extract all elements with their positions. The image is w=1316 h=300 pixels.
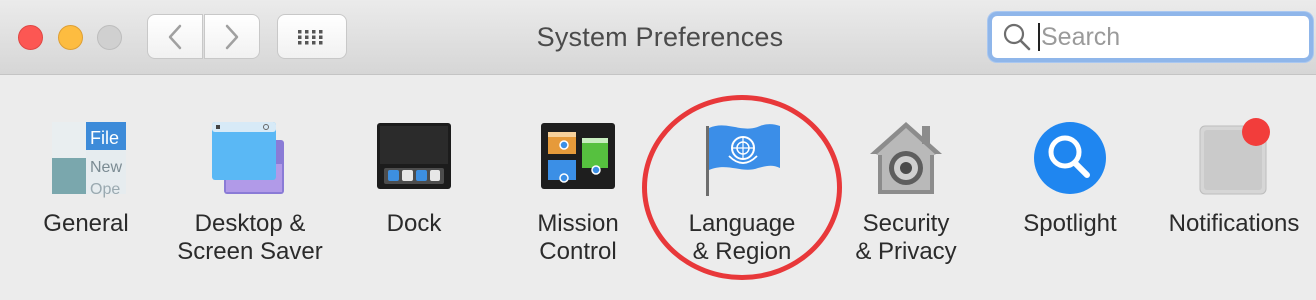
search-placeholder: Search — [1041, 22, 1121, 51]
pref-label: Spotlight — [1023, 210, 1117, 237]
chevron-left-icon — [168, 24, 182, 49]
chevron-right-icon — [225, 24, 239, 49]
pref-security-privacy[interactable]: Security & Privacy — [826, 118, 986, 266]
pref-label: Dock — [386, 210, 442, 237]
pref-spotlight[interactable]: Spotlight — [990, 118, 1150, 238]
close-window-button[interactable] — [18, 25, 43, 50]
pref-general[interactable]: File New Ope General — [6, 118, 166, 238]
window-title: System Preferences — [536, 22, 784, 52]
dock-icon — [374, 118, 454, 198]
back-button[interactable] — [147, 14, 203, 59]
mission-control-icon — [538, 118, 618, 198]
pref-label: Mission Control — [537, 210, 619, 265]
svg-text:File: File — [90, 128, 119, 148]
minimize-window-button[interactable] — [58, 25, 83, 50]
desktop-screen-saver-icon — [210, 118, 290, 198]
pref-notifications[interactable]: Notifications — [1154, 118, 1314, 238]
grid-icon — [298, 29, 323, 44]
pref-mission-control[interactable]: Mission Control — [498, 118, 658, 266]
zoom-window-button[interactable] — [97, 25, 122, 50]
search-icon — [1003, 23, 1031, 51]
house-lock-icon — [866, 118, 946, 198]
pref-desktop-screen-saver[interactable]: Desktop & Screen Saver — [170, 118, 330, 266]
search-field[interactable]: Search — [988, 12, 1313, 62]
annotation-circle — [642, 95, 842, 280]
svg-text:Ope: Ope — [90, 181, 120, 198]
text-cursor — [1038, 23, 1040, 51]
forward-button[interactable] — [204, 14, 260, 59]
pref-label: Security & Privacy — [855, 210, 957, 265]
pref-label: General — [43, 210, 129, 237]
title-bar: System Preferences Search — [0, 0, 1316, 75]
notifications-icon — [1194, 118, 1274, 198]
pref-label: Notifications — [1168, 210, 1300, 237]
pref-dock[interactable]: Dock — [334, 118, 494, 238]
pref-label: Desktop & Screen Saver — [177, 210, 323, 265]
svg-text:New: New — [90, 159, 122, 176]
show-all-button[interactable] — [277, 14, 347, 59]
general-icon: File New Ope — [46, 118, 126, 198]
spotlight-magnifier-icon — [1030, 118, 1110, 198]
